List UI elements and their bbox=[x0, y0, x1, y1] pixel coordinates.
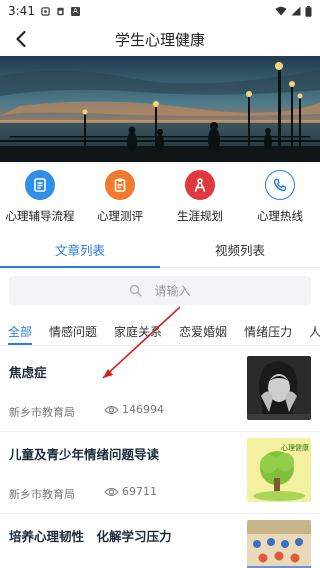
article-item[interactable]: 焦虑症 新乡市教育局 146994 bbox=[0, 350, 320, 432]
tab-videos[interactable]: 视频列表 bbox=[160, 232, 320, 267]
search-icon bbox=[130, 284, 142, 297]
eye-icon bbox=[104, 405, 119, 414]
article-source: 新乡市教育局 bbox=[9, 488, 75, 501]
document-icon bbox=[25, 170, 55, 200]
tree-illustration: 心理健康 bbox=[247, 438, 311, 502]
quick-counseling-process[interactable]: 心理辅导流程 bbox=[0, 166, 80, 228]
quick-career-planning[interactable]: 生涯规划 bbox=[160, 166, 240, 228]
notification-icon bbox=[41, 6, 50, 16]
article-source: 新乡市教育局 bbox=[9, 406, 75, 419]
article-title: 培养心理韧性 化解学习压力 bbox=[9, 529, 172, 544]
quick-label: 心理热线 bbox=[257, 209, 303, 223]
category-family[interactable]: 家庭关系 bbox=[114, 318, 162, 345]
view-count: 146994 bbox=[122, 403, 164, 416]
classroom-photo bbox=[247, 520, 311, 568]
article-thumbnail bbox=[247, 356, 311, 420]
sunset-pier-illustration bbox=[0, 56, 320, 162]
search-input[interactable]: 请输入 bbox=[9, 276, 311, 305]
quick-assessment[interactable]: 心理测评 bbox=[80, 166, 160, 228]
quick-label: 心理辅导流程 bbox=[5, 209, 75, 223]
article-thumbnail bbox=[247, 520, 311, 568]
quick-label: 心理测评 bbox=[97, 209, 143, 223]
article-item[interactable]: 儿童及青少年情绪问题导读 新乡市教育局 69711 心理健康 bbox=[0, 432, 320, 514]
compass-icon bbox=[185, 170, 215, 200]
article-views: 146994 bbox=[104, 403, 164, 416]
category-stress[interactable]: 情绪压力 bbox=[244, 318, 292, 345]
content-tabs: 文章列表 视频列表 bbox=[0, 232, 320, 268]
clipboard-icon bbox=[105, 170, 135, 200]
back-button[interactable] bbox=[8, 26, 34, 52]
article-thumbnail: 心理健康 bbox=[247, 438, 311, 502]
distressed-woman-photo bbox=[247, 356, 311, 420]
article-title: 焦虑症 bbox=[9, 365, 47, 380]
page-title: 学生心理健康 bbox=[114, 30, 205, 49]
signal-icon bbox=[291, 6, 301, 16]
search-placeholder: 请输入 bbox=[154, 284, 191, 298]
header: 学生心理健康 bbox=[0, 22, 320, 56]
status-time: 3:41 bbox=[8, 4, 35, 18]
category-all[interactable]: 全部 bbox=[8, 318, 33, 345]
category-emotion[interactable]: 情感问题 bbox=[49, 318, 97, 345]
quick-label: 生涯规划 bbox=[177, 209, 223, 223]
phone-icon bbox=[265, 170, 295, 200]
wifi-icon bbox=[275, 6, 287, 16]
chevron-left-icon bbox=[16, 30, 26, 48]
quick-entry-row: 心理辅导流程 心理测评 生涯规划 心理热线 bbox=[0, 166, 320, 228]
article-views: 69711 bbox=[104, 485, 157, 498]
notification-letter-icon: A bbox=[70, 6, 80, 16]
view-count: 69711 bbox=[122, 485, 157, 498]
sim-icon bbox=[57, 7, 64, 15]
eye-icon bbox=[104, 487, 119, 496]
category-more[interactable]: 人 bbox=[309, 318, 320, 345]
article-title: 儿童及青少年情绪问题导读 bbox=[9, 447, 160, 462]
quick-hotline[interactable]: 心理热线 bbox=[240, 166, 320, 228]
article-item[interactable]: 培养心理韧性 化解学习压力 bbox=[0, 514, 320, 568]
battery-icon bbox=[305, 5, 312, 17]
status-bar: 3:41 A bbox=[0, 0, 320, 22]
tab-articles[interactable]: 文章列表 bbox=[0, 232, 160, 268]
thumb-caption: 心理健康 bbox=[281, 443, 309, 452]
category-love-marriage[interactable]: 恋爱婚姻 bbox=[179, 318, 227, 345]
banner-image[interactable] bbox=[0, 56, 320, 162]
category-bar: 全部 情感问题 家庭关系 恋爱婚姻 情绪压力 人 bbox=[0, 318, 320, 346]
